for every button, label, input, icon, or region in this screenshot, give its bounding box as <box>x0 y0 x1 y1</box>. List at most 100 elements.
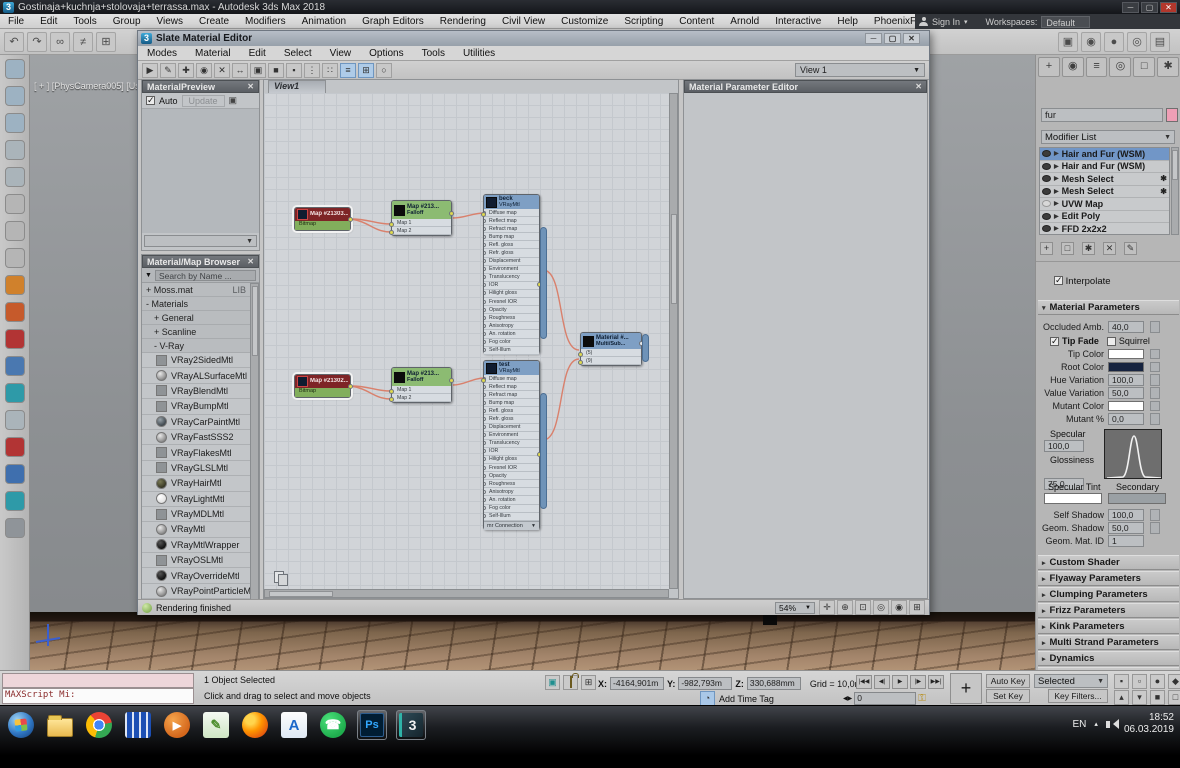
mutant-map-button[interactable] <box>1150 413 1160 425</box>
browser-group-row[interactable]: + General <box>142 311 250 325</box>
tray-expand-icon[interactable]: ▴ <box>1094 720 1098 728</box>
expand-arrow-icon[interactable]: ▶ <box>1054 175 1059 182</box>
status-icon[interactable]: ▫ <box>1132 674 1147 689</box>
taskbar-icon[interactable]: ☎ <box>318 710 348 740</box>
modifier-list-dropdown[interactable]: Modifier List ▼ <box>1041 130 1175 144</box>
input-socket[interactable] <box>484 291 486 296</box>
auto-update-checkbox[interactable] <box>146 95 155 106</box>
node-side-tab[interactable] <box>540 393 547 509</box>
output-socket[interactable] <box>348 384 353 389</box>
slate-menu-item[interactable]: Modes <box>138 48 186 59</box>
browser-group-row[interactable]: + Scanline <box>142 325 250 339</box>
input-socket[interactable] <box>484 348 486 353</box>
input-socket[interactable] <box>484 497 486 502</box>
vscroll-thumb[interactable] <box>671 214 677 304</box>
toolbar-icon[interactable]: ↷ <box>27 31 47 52</box>
status-icon[interactable]: ■ <box>1150 690 1165 705</box>
status-icon[interactable]: ● <box>1150 674 1165 689</box>
maximize-button[interactable]: ▢ <box>1141 1 1158 13</box>
command-tab[interactable]: + <box>1038 57 1060 77</box>
left-toolbar-icon[interactable] <box>4 329 25 349</box>
param-editor-close-icon[interactable]: ✕ <box>915 82 922 91</box>
layout-pages-icon[interactable] <box>278 574 288 586</box>
status-icon[interactable]: ◆ <box>1168 674 1180 689</box>
rollout-header[interactable]: Custom Shader <box>1038 555 1179 570</box>
zoom-level-dropdown[interactable]: 54% ▼ <box>775 601 815 614</box>
menu-item[interactable]: Create <box>191 16 237 27</box>
slate-title-bar[interactable]: 3 Slate Material Editor ─ ▢ ✕ <box>138 31 929 46</box>
input-socket[interactable] <box>389 389 394 394</box>
interpolate-checkbox[interactable] <box>1054 275 1063 286</box>
toolbar-icon[interactable]: ◉ <box>1081 31 1101 52</box>
left-toolbar-icon[interactable] <box>4 491 25 511</box>
material-list-item[interactable]: VRayMtl <box>142 522 250 538</box>
menu-item[interactable]: Views <box>149 16 192 27</box>
rollout-header[interactable]: Dynamics <box>1038 651 1179 666</box>
bitmap-node-2[interactable]: Map #21302... Bitmap <box>294 374 353 398</box>
slate-menu-item[interactable]: Select <box>275 48 321 59</box>
time-tag-icon[interactable]: ◔ <box>700 691 715 706</box>
status-icon[interactable]: ▾ <box>1132 690 1147 705</box>
menu-item[interactable]: Content <box>671 16 722 27</box>
slate-toolbar-icon[interactable]: ▣ <box>250 62 266 78</box>
value-variation-field[interactable]: 50,0 <box>1108 387 1144 399</box>
slate-menu-item[interactable]: View <box>321 48 361 59</box>
taskbar-icon[interactable] <box>84 710 114 740</box>
slate-toolbar-icon[interactable]: ▪ <box>286 62 302 78</box>
sign-in[interactable]: Sign In <box>932 17 960 27</box>
toolbar-icon[interactable]: ∞ <box>50 31 70 52</box>
material-list-item[interactable]: VRayALSurfaceMtl <box>142 368 250 384</box>
left-toolbar-icon[interactable] <box>4 59 25 79</box>
modifier-stack-row[interactable]: ▶ Mesh Select ✱ <box>1040 173 1169 186</box>
toolbar-icon[interactable]: ≠ <box>73 31 93 52</box>
material-list-item[interactable]: VRayMDLMtl <box>142 506 250 523</box>
expand-arrow-icon[interactable]: ▶ <box>1054 225 1059 232</box>
volume-icon[interactable] <box>1105 718 1119 729</box>
root-color-map-button[interactable] <box>1150 362 1160 372</box>
modifier-stack-row[interactable]: ▶ Edit Poly <box>1040 210 1169 223</box>
slate-nav-icon[interactable]: ⊕ <box>837 600 853 615</box>
menu-item[interactable]: Arnold <box>722 16 767 27</box>
material-list-item[interactable]: VRayMtlWrapper <box>142 537 250 554</box>
material-list-item[interactable]: VRayPointParticleMtl <box>142 583 256 600</box>
input-socket[interactable] <box>484 457 486 462</box>
close-button[interactable]: ✕ <box>1160 1 1177 13</box>
input-socket[interactable] <box>484 315 486 320</box>
modifier-stack-row[interactable]: ▶ UVW Map <box>1040 198 1169 211</box>
input-socket[interactable] <box>484 250 486 255</box>
stack-tool-icon[interactable]: ✎ <box>1124 242 1137 255</box>
specular-field[interactable]: 100,0 <box>1044 440 1084 452</box>
input-socket[interactable] <box>484 506 486 510</box>
command-tab[interactable]: ◎ <box>1109 57 1132 77</box>
input-socket[interactable] <box>389 222 394 227</box>
input-socket[interactable] <box>578 352 583 357</box>
left-toolbar-icon[interactable] <box>4 248 25 268</box>
preview-close-icon[interactable]: ✕ <box>247 82 254 91</box>
occluded-amb-field[interactable]: 40,0 <box>1108 321 1144 333</box>
slate-toolbar-icon[interactable]: ✎ <box>160 62 176 78</box>
menu-item[interactable]: Help <box>829 16 866 27</box>
rollout-header[interactable]: Frizz Parameters <box>1038 603 1179 618</box>
browser-close-icon[interactable]: ✕ <box>247 257 254 266</box>
slate-nav-icon[interactable]: ⊞ <box>909 600 925 615</box>
slate-nav-icon[interactable]: ◉ <box>891 600 907 615</box>
input-socket[interactable] <box>484 259 486 264</box>
geom-mat-id-field[interactable]: 1 <box>1108 535 1144 547</box>
left-toolbar-icon[interactable] <box>4 356 25 376</box>
browser-scrollbar-thumb[interactable] <box>252 286 258 356</box>
object-color-swatch[interactable] <box>1166 108 1178 122</box>
update-button[interactable]: Update <box>181 94 225 107</box>
input-socket[interactable] <box>484 218 486 223</box>
material-list-item[interactable]: VRayBlendMtl <box>142 383 250 400</box>
frame-nudge-icon[interactable]: ◀▶ <box>843 695 852 702</box>
slate-nav-icon[interactable]: ⊡ <box>855 600 871 615</box>
browser-group-row[interactable]: - V-Ray <box>142 339 250 353</box>
menu-item[interactable]: Modifiers <box>237 16 294 27</box>
input-socket[interactable] <box>484 514 486 519</box>
expand-arrow-icon[interactable]: ▶ <box>1054 188 1059 195</box>
node-side-tab[interactable] <box>642 334 649 362</box>
browser-scrollbar[interactable] <box>250 283 259 600</box>
visibility-eye-icon[interactable] <box>1042 162 1051 170</box>
slate-toolbar-icon[interactable]: ○ <box>376 62 392 78</box>
input-socket[interactable] <box>484 449 486 454</box>
